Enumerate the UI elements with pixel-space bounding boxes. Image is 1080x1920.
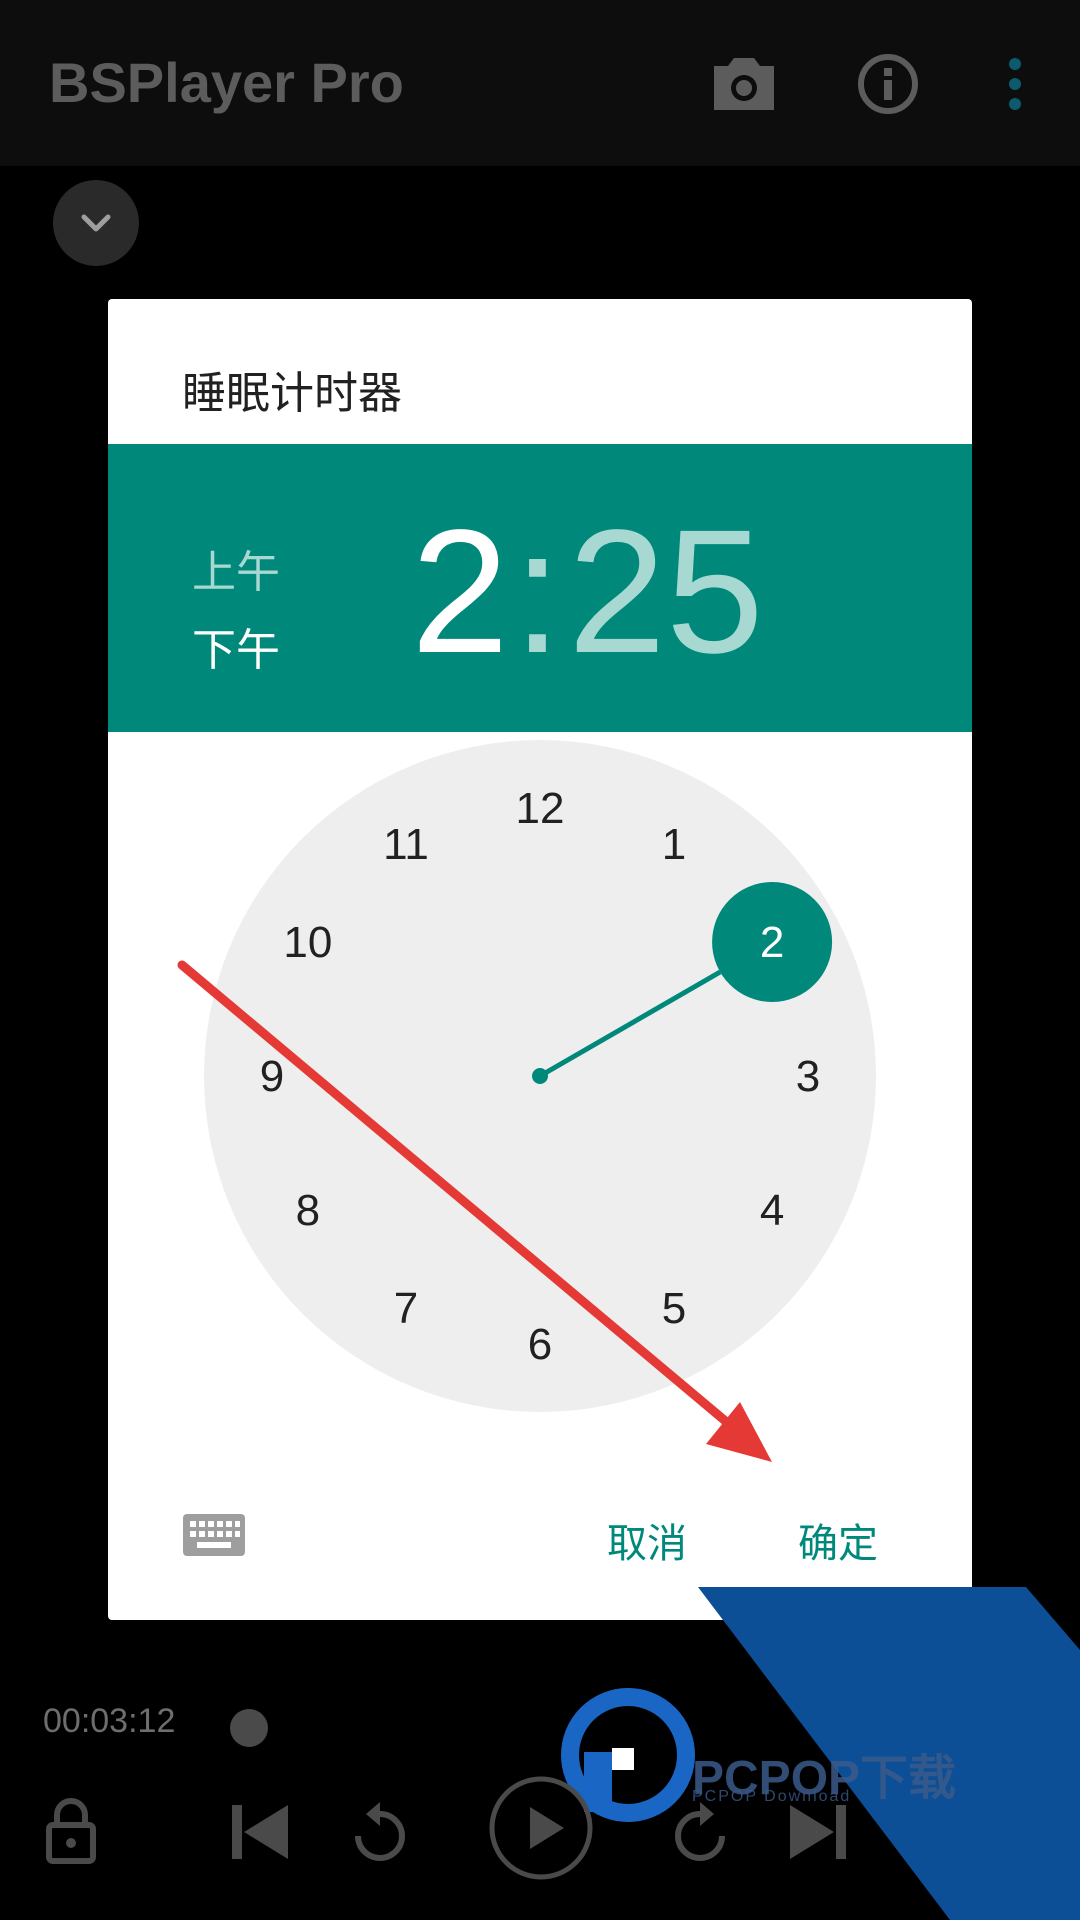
play-button[interactable] xyxy=(488,1775,594,1881)
skip-previous-icon[interactable] xyxy=(230,1803,290,1861)
skip-next-icon[interactable] xyxy=(788,1803,848,1861)
watermark-band xyxy=(561,1587,1080,1920)
seek-thumb[interactable] xyxy=(230,1709,268,1747)
redo-icon[interactable] xyxy=(670,1800,730,1864)
lock-icon[interactable] xyxy=(45,1797,97,1865)
replay-icon[interactable] xyxy=(350,1800,410,1864)
elapsed-time: 00:03:12 xyxy=(43,1702,176,1740)
play-icon xyxy=(530,1807,564,1849)
